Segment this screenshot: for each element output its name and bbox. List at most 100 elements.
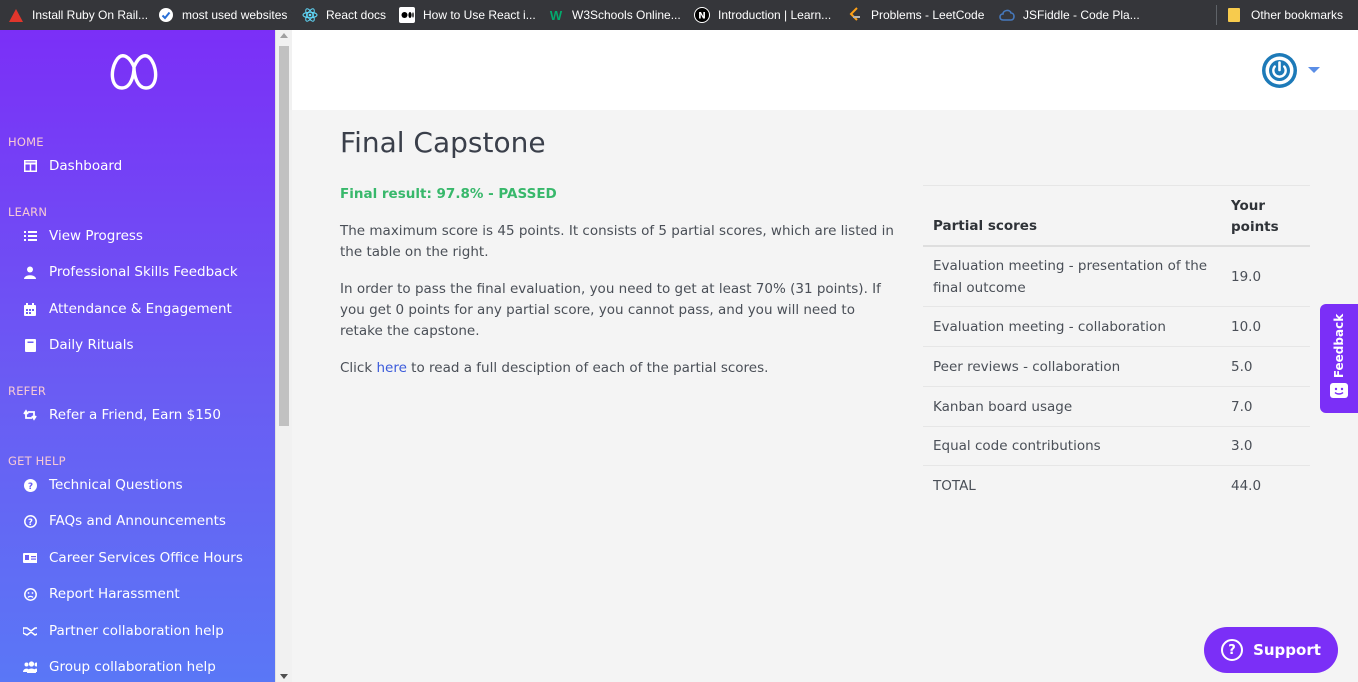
question-outline-icon: ? [23,514,37,528]
bookmark-label: JSFiddle - Code Pla... [1023,8,1140,22]
sidebar-item-technical-questions[interactable]: ? Technical Questions [23,474,183,496]
other-bookmarks[interactable]: Other bookmarks [1227,0,1343,30]
folder-icon [1227,7,1243,23]
sidebar-scrollbar[interactable] [275,30,292,682]
bookmark-react-medium[interactable]: How to Use React i... [399,0,536,30]
bookmark-nextjs[interactable]: N Introduction | Learn... [694,0,831,30]
sidebar-item-label: Partner collaboration help [49,623,224,639]
logo-icon[interactable] [107,51,161,91]
page-title: Final Capstone [340,126,546,159]
row-points: 5.0 [1231,358,1253,375]
here-link[interactable]: here [376,360,406,376]
details-paragraph: Click here to read a full desciption of … [340,358,900,379]
nextjs-icon: N [694,7,710,23]
details-text-before: Click [340,360,377,376]
sidebar-item-label: Dashboard [49,158,123,174]
score-description: The maximum score is 45 points. It consi… [340,223,894,260]
sidebar-item-refer-friend[interactable]: Refer a Friend, Earn $150 [23,404,221,426]
table-row: Evaluation meeting - collaboration 10.0 [923,307,1310,347]
table-row: Evaluation meeting - presentation of the… [923,247,1310,307]
partial-scores-table: Partial scores Your points Evaluation me… [923,185,1310,506]
row-name: TOTAL [933,478,976,494]
chevron-down-icon[interactable] [1308,67,1320,73]
frown-icon [23,587,37,601]
user-icon [23,265,37,279]
question-circle-icon: ? [23,478,37,492]
svg-text:?: ? [28,518,33,528]
row-name: Equal code contributions [933,438,1101,454]
support-button[interactable]: ? Support [1204,627,1338,673]
row-points: 44.0 [1231,478,1262,494]
bookmarks-bar: Install Ruby On Rail... most used websit… [0,0,1358,30]
table-header: Partial scores Your points [923,185,1310,247]
column-header-your-points: Your points [1231,198,1279,235]
table-row: Kanban board usage 7.0 [923,387,1310,427]
columns-icon [23,159,37,173]
table-row: Peer reviews - collaboration 5.0 [923,347,1310,387]
section-home: HOME [8,135,44,149]
power-icon [1265,56,1294,85]
sidebar-item-career-services[interactable]: Career Services Office Hours [23,547,243,569]
sidebar-item-attendance[interactable]: Attendance & Engagement [23,298,232,320]
bookmark-react-docs[interactable]: React docs [302,0,386,30]
bookmark-ruby[interactable]: Install Ruby On Rail... [8,0,148,30]
bookmark-label: Install Ruby On Rail... [32,8,149,22]
calendar-icon [23,302,37,316]
retweet-icon [23,408,37,422]
sidebar: HOME Dashboard LEARN View Progress Profe… [0,30,275,682]
sidebar-item-label: Report Harassment [49,586,180,602]
avatar[interactable] [1262,53,1297,88]
sidebar-item-label: View Progress [49,228,143,244]
bookmark-w3schools[interactable]: W W3Schools Online... [548,0,681,30]
sidebar-item-faqs[interactable]: ? FAQs and Announcements [23,510,226,532]
row-name: Evaluation meeting - collaboration [933,318,1166,335]
users-icon [23,660,37,674]
sidebar-item-professional-skills[interactable]: Professional Skills Feedback [23,261,238,283]
sidebar-item-label: Technical Questions [49,477,183,493]
handshake-icon [23,624,37,638]
bookmark-leetcode[interactable]: Problems - LeetCode [847,0,984,30]
ruby-triangle-icon [8,7,24,23]
bookmarks-divider [1216,5,1217,25]
sidebar-item-label: FAQs and Announcements [49,513,226,529]
svg-text:?: ? [27,482,32,492]
bookmark-most-used[interactable]: most used websites [158,0,287,30]
feedback-label: Feedback [1332,313,1346,379]
bookmark-label: Introduction | Learn... [718,8,832,22]
sidebar-item-report-harassment[interactable]: Report Harassment [23,583,180,605]
sidebar-item-daily-rituals[interactable]: Daily Rituals [23,334,134,356]
svg-text:N: N [698,12,706,22]
scrollbar-thumb[interactable] [279,46,289,426]
row-points: 10.0 [1231,318,1262,335]
bookmark-jsfiddle[interactable]: JSFiddle - Code Pla... [999,0,1140,30]
sidebar-item-view-progress[interactable]: View Progress [23,225,143,247]
jsfiddle-icon [999,7,1015,23]
leetcode-icon [847,7,863,23]
sidebar-item-label: Attendance & Engagement [49,301,232,317]
row-name: Evaluation meeting - presentation of the… [933,257,1208,296]
pass-criteria: In order to pass the final evaluation, y… [340,281,881,339]
feedback-tab[interactable]: Feedback [1320,304,1358,413]
row-name: Peer reviews - collaboration [933,358,1121,375]
sidebar-item-dashboard[interactable]: Dashboard [23,155,122,177]
scroll-down-icon[interactable] [280,674,288,679]
id-card-icon [23,551,37,565]
feedback-icon [1330,383,1348,398]
sidebar-item-group-collaboration[interactable]: Group collaboration help [23,656,216,678]
section-learn: LEARN [8,205,48,219]
sidebar-item-label: Group collaboration help [49,659,216,675]
table-row-total: TOTAL 44.0 [923,466,1310,506]
section-refer: REFER [8,384,47,398]
sidebar-item-partner-collaboration[interactable]: Partner collaboration help [23,620,224,642]
scroll-up-icon[interactable] [280,33,288,38]
bookmark-label: most used websites [182,8,288,22]
sidebar-item-label: Daily Rituals [49,337,134,353]
row-points: 19.0 [1231,268,1262,285]
table-row: Equal code contributions 3.0 [923,427,1310,466]
w3schools-icon: W [549,7,563,23]
row-points: 7.0 [1231,398,1253,415]
bookmark-label: W3Schools Online... [572,8,681,22]
medium-icon [399,7,415,23]
sidebar-item-label: Professional Skills Feedback [49,264,238,280]
other-bookmarks-label: Other bookmarks [1251,8,1344,22]
